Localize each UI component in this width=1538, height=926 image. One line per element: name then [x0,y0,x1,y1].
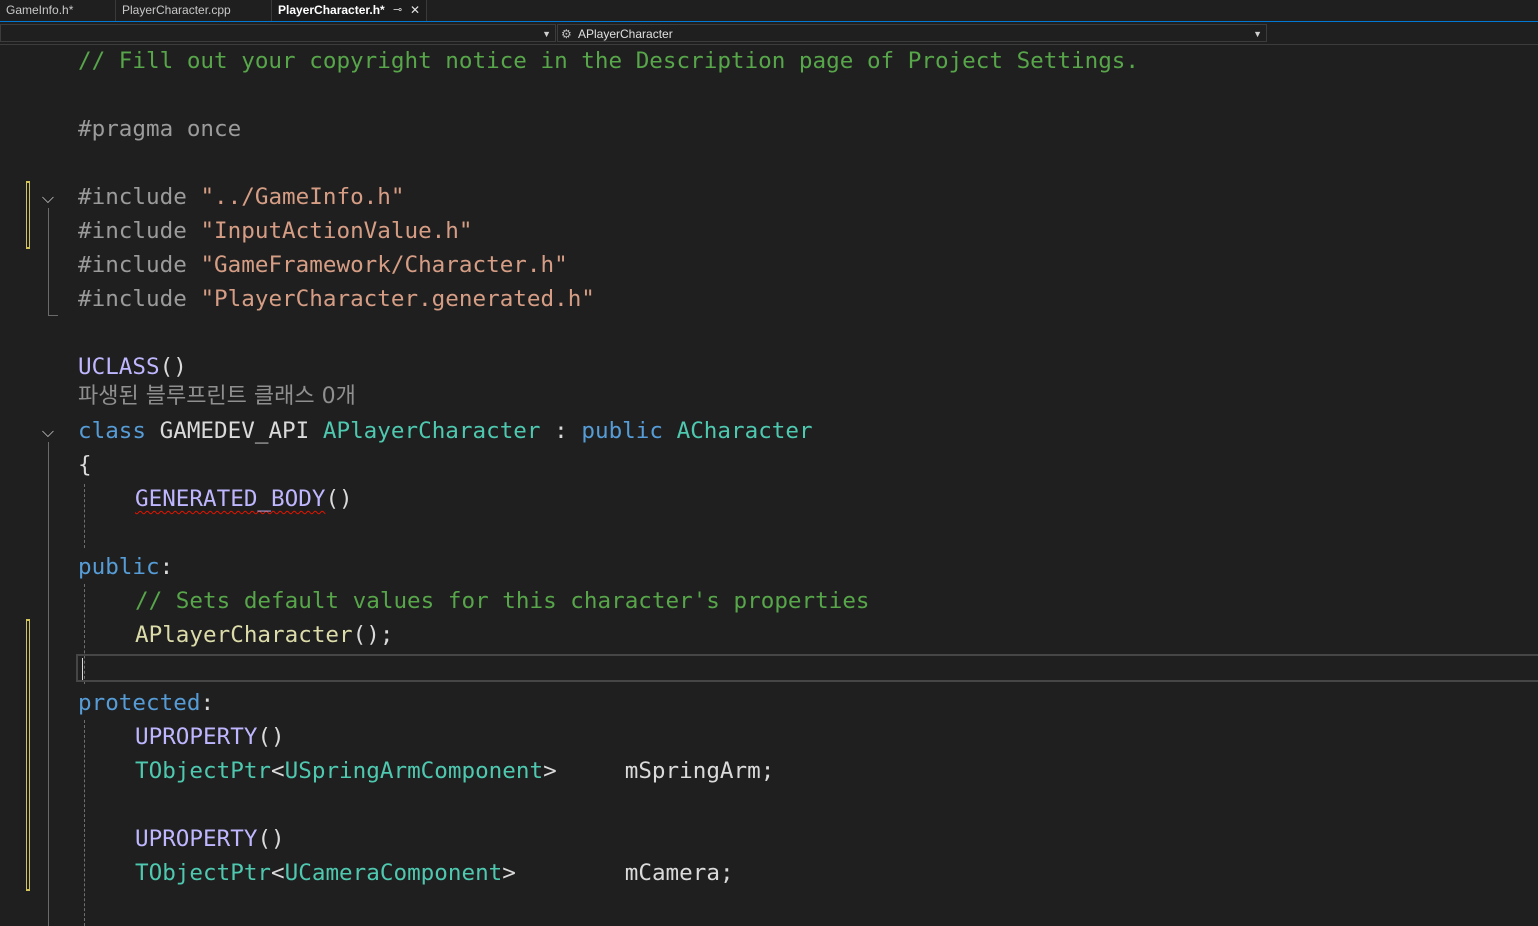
code-line-comment: // Sets default values for this characte… [135,588,870,614]
code-line-pragma: #pragma once [78,116,242,142]
chevron-down-icon: ▼ [542,29,551,39]
member-variable: mSpringArm [624,758,761,784]
include-keyword: #include [78,218,187,244]
type-scope-label: APlayerCharacter [578,27,673,41]
punctuation: () [159,354,187,380]
chevron-down-icon: ▼ [1253,29,1262,39]
keyword: public [581,418,663,444]
code-editor[interactable]: ⌵ ⌵ // Fill out your copyright notice in… [0,44,1538,926]
include-path: "GameFramework/Character.h" [200,252,568,278]
code-line-uproperty: UPROPERTY() [135,822,285,856]
class-icon: ⚙ [561,27,572,41]
code-line-access-public: public: [78,550,173,584]
tab-label: PlayerCharacter.h* [278,3,385,17]
indent-guide [84,484,85,548]
include-path: "InputActionValue.h" [200,218,473,244]
punctuation: ; [760,758,775,784]
outline-region-line [48,442,49,926]
keyword: public [78,554,160,580]
code-line-open-brace: { [78,452,92,478]
document-tab-strip: GameInfo.h* PlayerCharacter.cpp PlayerCh… [0,0,1538,22]
code-line-uproperty: UPROPERTY() [135,720,285,754]
code-line-member-springarm: TObjectPtr<USpringArmComponent> mSpringA… [135,754,774,788]
punctuation: < [271,860,285,886]
code-line-include: #include "GameFramework/Character.h" [78,248,568,282]
punctuation: : [200,690,215,716]
change-marker [26,619,30,891]
punctuation: (); [352,622,394,648]
keyword: protected [78,690,201,716]
current-line-highlight [76,654,1538,682]
text-caret [82,658,83,680]
macro-name: UPROPERTY [135,724,258,750]
navigation-bar: ▼ ⚙ APlayerCharacter ▼ [0,22,1538,45]
function-name: APlayerCharacter [135,622,353,648]
code-line-comment: // Fill out your copyright notice in the… [78,48,1140,74]
include-path: "PlayerCharacter.generated.h" [200,286,595,312]
punctuation: () [257,724,285,750]
fold-toggle-icon[interactable]: ⌵ [39,423,57,441]
code-line-generated-body: GENERATED_BODY() [135,482,353,516]
type-name: USpringArmComponent [284,758,544,784]
project-scope-dropdown[interactable]: ▼ [0,24,556,42]
code-line-include: #include "PlayerCharacter.generated.h" [78,282,595,316]
tab-label: PlayerCharacter.cpp [122,3,231,17]
outline-region-line [48,208,49,316]
template-type: TObjectPtr [135,860,272,886]
tab-playercharacter-cpp[interactable]: PlayerCharacter.cpp [116,0,272,21]
tab-gameinfo-h[interactable]: GameInfo.h* [0,0,116,21]
base-class-name: ACharacter [676,418,813,444]
punctuation: > [543,758,557,784]
template-type: TObjectPtr [135,758,272,784]
punctuation: < [271,758,285,784]
punctuation: () [257,826,285,852]
code-line-uclass: UCLASS() [78,350,187,384]
keyword: class [78,418,147,444]
outline-region-end [48,315,58,316]
code-line-class-declaration: class GAMEDEV_API APlayerCharacter : pub… [78,414,813,448]
tab-playercharacter-h[interactable]: PlayerCharacter.h* ⊸ ✕ [272,0,427,21]
code-line-include: #include "../GameInfo.h" [78,180,404,214]
include-keyword: #include [78,252,187,278]
api-macro: GAMEDEV_API [159,418,310,444]
type-name: UCameraComponent [284,860,503,886]
indent-guide [84,720,85,926]
include-keyword: #include [78,286,187,312]
punctuation: ; [719,860,734,886]
fold-toggle-icon[interactable]: ⌵ [39,189,57,207]
punctuation: () [325,486,353,512]
macro-name-with-error[interactable]: GENERATED_BODY [135,486,325,512]
macro-name: UPROPERTY [135,826,258,852]
punctuation: > [502,860,516,886]
type-scope-dropdown[interactable]: ⚙ APlayerCharacter ▼ [557,24,1267,42]
member-variable: mCamera [624,860,720,886]
code-line-include: #include "InputActionValue.h" [78,214,473,248]
include-keyword: #include [78,184,187,210]
class-name: APlayerCharacter [322,418,541,444]
code-line-member-camera: TObjectPtr<UCameraComponent> mCamera; [135,856,734,890]
macro-name: UCLASS [78,354,160,380]
close-tab-icon[interactable]: ✕ [410,0,420,21]
change-marker [26,181,30,249]
code-line-access-protected: protected: [78,686,214,720]
include-path: "../GameInfo.h" [200,184,405,210]
codelens-derived-blueprints[interactable]: 파생된 블루프린트 클래스 0개 [78,382,356,412]
tab-label: GameInfo.h* [6,3,74,17]
punctuation: : [554,418,568,444]
punctuation: : [159,554,174,580]
code-line-constructor: APlayerCharacter(); [135,618,393,652]
pin-tab-icon[interactable]: ⊸ [393,0,402,21]
